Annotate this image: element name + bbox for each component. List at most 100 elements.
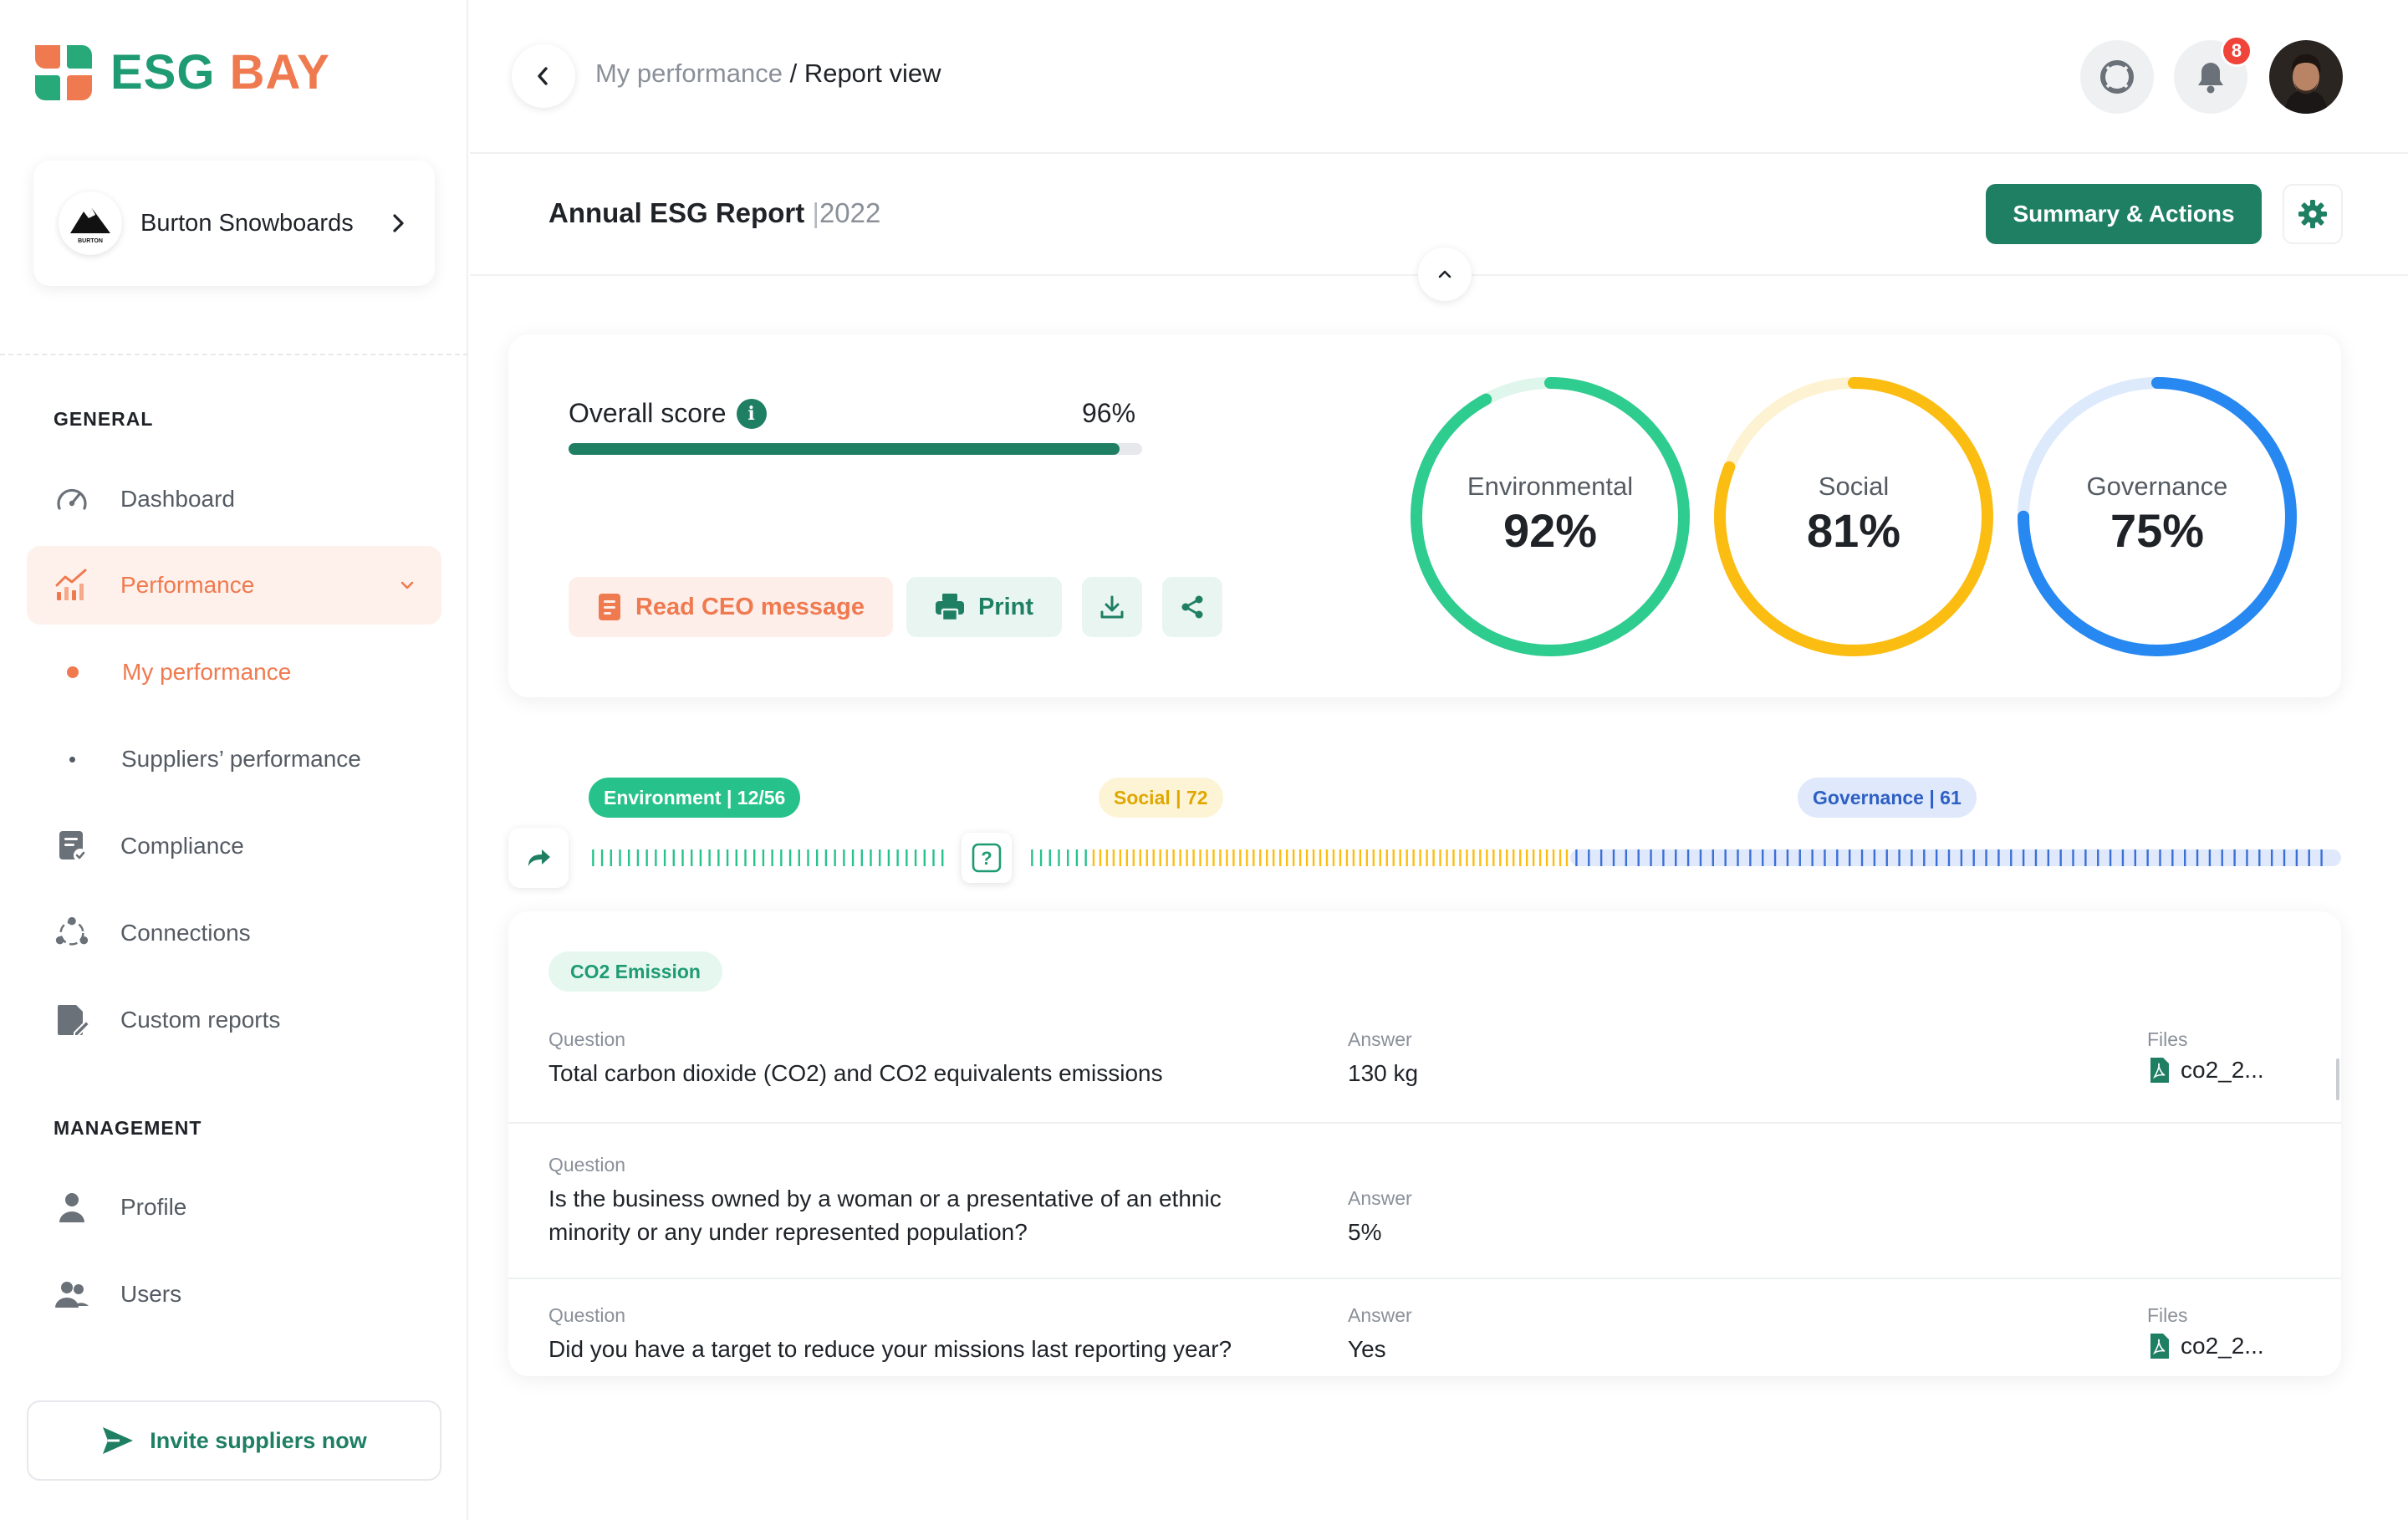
- sidebar-item-label: Suppliers’ performance: [121, 746, 361, 772]
- print-button[interactable]: Print: [906, 577, 1062, 637]
- bar-chart-icon: [54, 567, 90, 604]
- file-attachment[interactable]: co2_2...: [2149, 1333, 2264, 1359]
- read-ceo-message-label: Read CEO message: [635, 593, 865, 620]
- esg-bay-leaf-icon: [35, 45, 92, 100]
- social-score-ring: Social 81%: [1710, 373, 1997, 661]
- document-icon: [598, 594, 620, 620]
- breadcrumb-parent[interactable]: My performance: [595, 59, 783, 88]
- support-button[interactable]: [2080, 40, 2154, 114]
- company-logo: BURTON: [59, 191, 122, 255]
- question-label: Question: [548, 1154, 626, 1176]
- document-check-icon: [54, 828, 90, 865]
- question-label: Question: [548, 1304, 626, 1326]
- timeline-jump-button[interactable]: [508, 828, 569, 888]
- read-ceo-message-button[interactable]: Read CEO message: [569, 577, 893, 637]
- summary-actions-button[interactable]: Summary & Actions: [1986, 184, 2262, 244]
- user-avatar[interactable]: [2269, 40, 2343, 114]
- info-icon[interactable]: i: [736, 398, 767, 429]
- environment-section-tag[interactable]: Environment | 12/56: [589, 778, 801, 818]
- chevron-down-icon: [400, 581, 414, 589]
- sidebar-item-users[interactable]: Users: [27, 1255, 441, 1334]
- download-button[interactable]: [1082, 577, 1142, 637]
- company-name: Burton Snowboards: [140, 209, 354, 237]
- answer-text: 5%: [1348, 1219, 1382, 1245]
- top-bar: My performance / Report view 8: [470, 0, 2408, 154]
- overall-score-value: 96%: [1082, 398, 1136, 428]
- send-icon: [103, 1427, 134, 1454]
- sidebar-item-suppliers-performance[interactable]: Suppliers’ performance: [27, 720, 441, 798]
- sidebar-item-compliance[interactable]: Compliance: [27, 807, 441, 885]
- environmental-score-ring: Environmental 92%: [1406, 373, 1694, 661]
- question-text-line-2: minority or any under represented popula…: [548, 1219, 1028, 1245]
- timeline-ticks[interactable]: [589, 839, 2341, 876]
- invite-suppliers-button[interactable]: Invite suppliers now: [27, 1400, 441, 1481]
- overall-score-text: Overall score: [569, 398, 727, 428]
- chevron-up-icon: [1438, 270, 1451, 278]
- answer-label: Answer: [1348, 1304, 1412, 1326]
- pdf-file-icon: [2150, 1334, 2169, 1359]
- gauge-icon: [54, 481, 90, 518]
- breadcrumb-separator: /: [782, 59, 804, 88]
- sidebar-item-my-performance[interactable]: My performance: [27, 633, 441, 712]
- bell-icon: [2198, 63, 2223, 94]
- question-mark-icon: ?: [972, 843, 1002, 873]
- overall-score-progress-track: [569, 443, 1142, 455]
- document-edit-icon: [54, 1002, 90, 1038]
- governance-score-label: Governance: [2086, 471, 2228, 501]
- sidebar-item-connections[interactable]: Connections: [27, 894, 441, 972]
- collapse-header-button[interactable]: [1418, 247, 1472, 301]
- governance-score-value: 75%: [2110, 503, 2205, 557]
- logo-wordmark: ESG BAY: [110, 44, 330, 99]
- sidebar-item-performance[interactable]: Performance: [27, 546, 441, 625]
- files-label: Files: [2147, 1028, 2188, 1050]
- score-card: Overall score i 96% Read CEO message Pri…: [508, 334, 2341, 697]
- sidebar-item-custom-reports[interactable]: Custom reports: [27, 981, 441, 1059]
- file-attachment[interactable]: co2_2...: [2149, 1057, 2264, 1084]
- question-label: Question: [548, 1028, 626, 1050]
- qa-row[interactable]: Question Is the business owned by a woma…: [508, 1124, 2341, 1279]
- overall-score-label: Overall score i: [569, 398, 767, 429]
- sidebar-item-dashboard[interactable]: Dashboard: [27, 460, 441, 538]
- sidebar-item-label: Compliance: [120, 833, 244, 859]
- esg-bay-logo[interactable]: ESG BAY: [33, 42, 330, 102]
- notification-count-badge: 8: [2221, 35, 2252, 67]
- general-section-title: GENERAL: [54, 408, 154, 430]
- notifications-button[interactable]: 8: [2174, 35, 2252, 114]
- company-logo-text: BURTON: [78, 238, 103, 244]
- qa-row[interactable]: Question Did you have a target to reduce…: [508, 1279, 2341, 1376]
- invite-suppliers-label: Invite suppliers now: [150, 1427, 367, 1453]
- social-score-value: 81%: [1806, 503, 1901, 557]
- question-text: Did you have a target to reduce your mis…: [548, 1336, 1232, 1362]
- answer-text: Yes: [1348, 1336, 1386, 1362]
- share-button[interactable]: [1162, 577, 1222, 637]
- question-text: Total carbon dioxide (CO2) and CO2 equiv…: [548, 1060, 1163, 1086]
- report-settings-button[interactable]: [2283, 184, 2343, 244]
- sidebar-item-label: Dashboard: [120, 486, 235, 512]
- share-icon: [1181, 595, 1203, 619]
- breadcrumb-current: Report view: [804, 59, 941, 88]
- user-icon: [54, 1189, 90, 1226]
- network-icon: [54, 915, 90, 951]
- gear-icon: [2298, 200, 2327, 228]
- company-switcher[interactable]: BURTON Burton Snowboards: [33, 161, 435, 286]
- questions-card: CO2 Emission Question Total carbon dioxi…: [508, 911, 2341, 1376]
- report-title-separator: |: [812, 197, 819, 228]
- current-question-marker[interactable]: ?: [962, 833, 1012, 883]
- bullet-dot-icon: [69, 756, 75, 763]
- file-name: co2_2...: [2181, 1057, 2264, 1083]
- social-section-tag[interactable]: Social | 72: [1099, 778, 1223, 818]
- sidebar-item-label: Users: [120, 1281, 182, 1307]
- report-title-text: Annual ESG Report: [548, 197, 805, 228]
- breadcrumb: My performance / Report view: [595, 59, 941, 89]
- social-score-label: Social: [1818, 471, 1890, 501]
- qa-row[interactable]: Question Total carbon dioxide (CO2) and …: [508, 911, 2341, 1124]
- sidebar: ESG BAY BURTON Burton Snowboards GENERAL…: [0, 0, 468, 1520]
- governance-section-tag[interactable]: Governance | 61: [1798, 778, 1977, 818]
- forward-arrow-icon: [528, 849, 550, 866]
- back-button[interactable]: [512, 44, 575, 108]
- bullet-dot-icon: [67, 666, 79, 678]
- print-label: Print: [977, 593, 1034, 620]
- burton-mountain-icon: BURTON: [70, 208, 110, 244]
- sidebar-item-profile[interactable]: Profile: [27, 1168, 441, 1247]
- sidebar-item-label: Connections: [120, 920, 251, 946]
